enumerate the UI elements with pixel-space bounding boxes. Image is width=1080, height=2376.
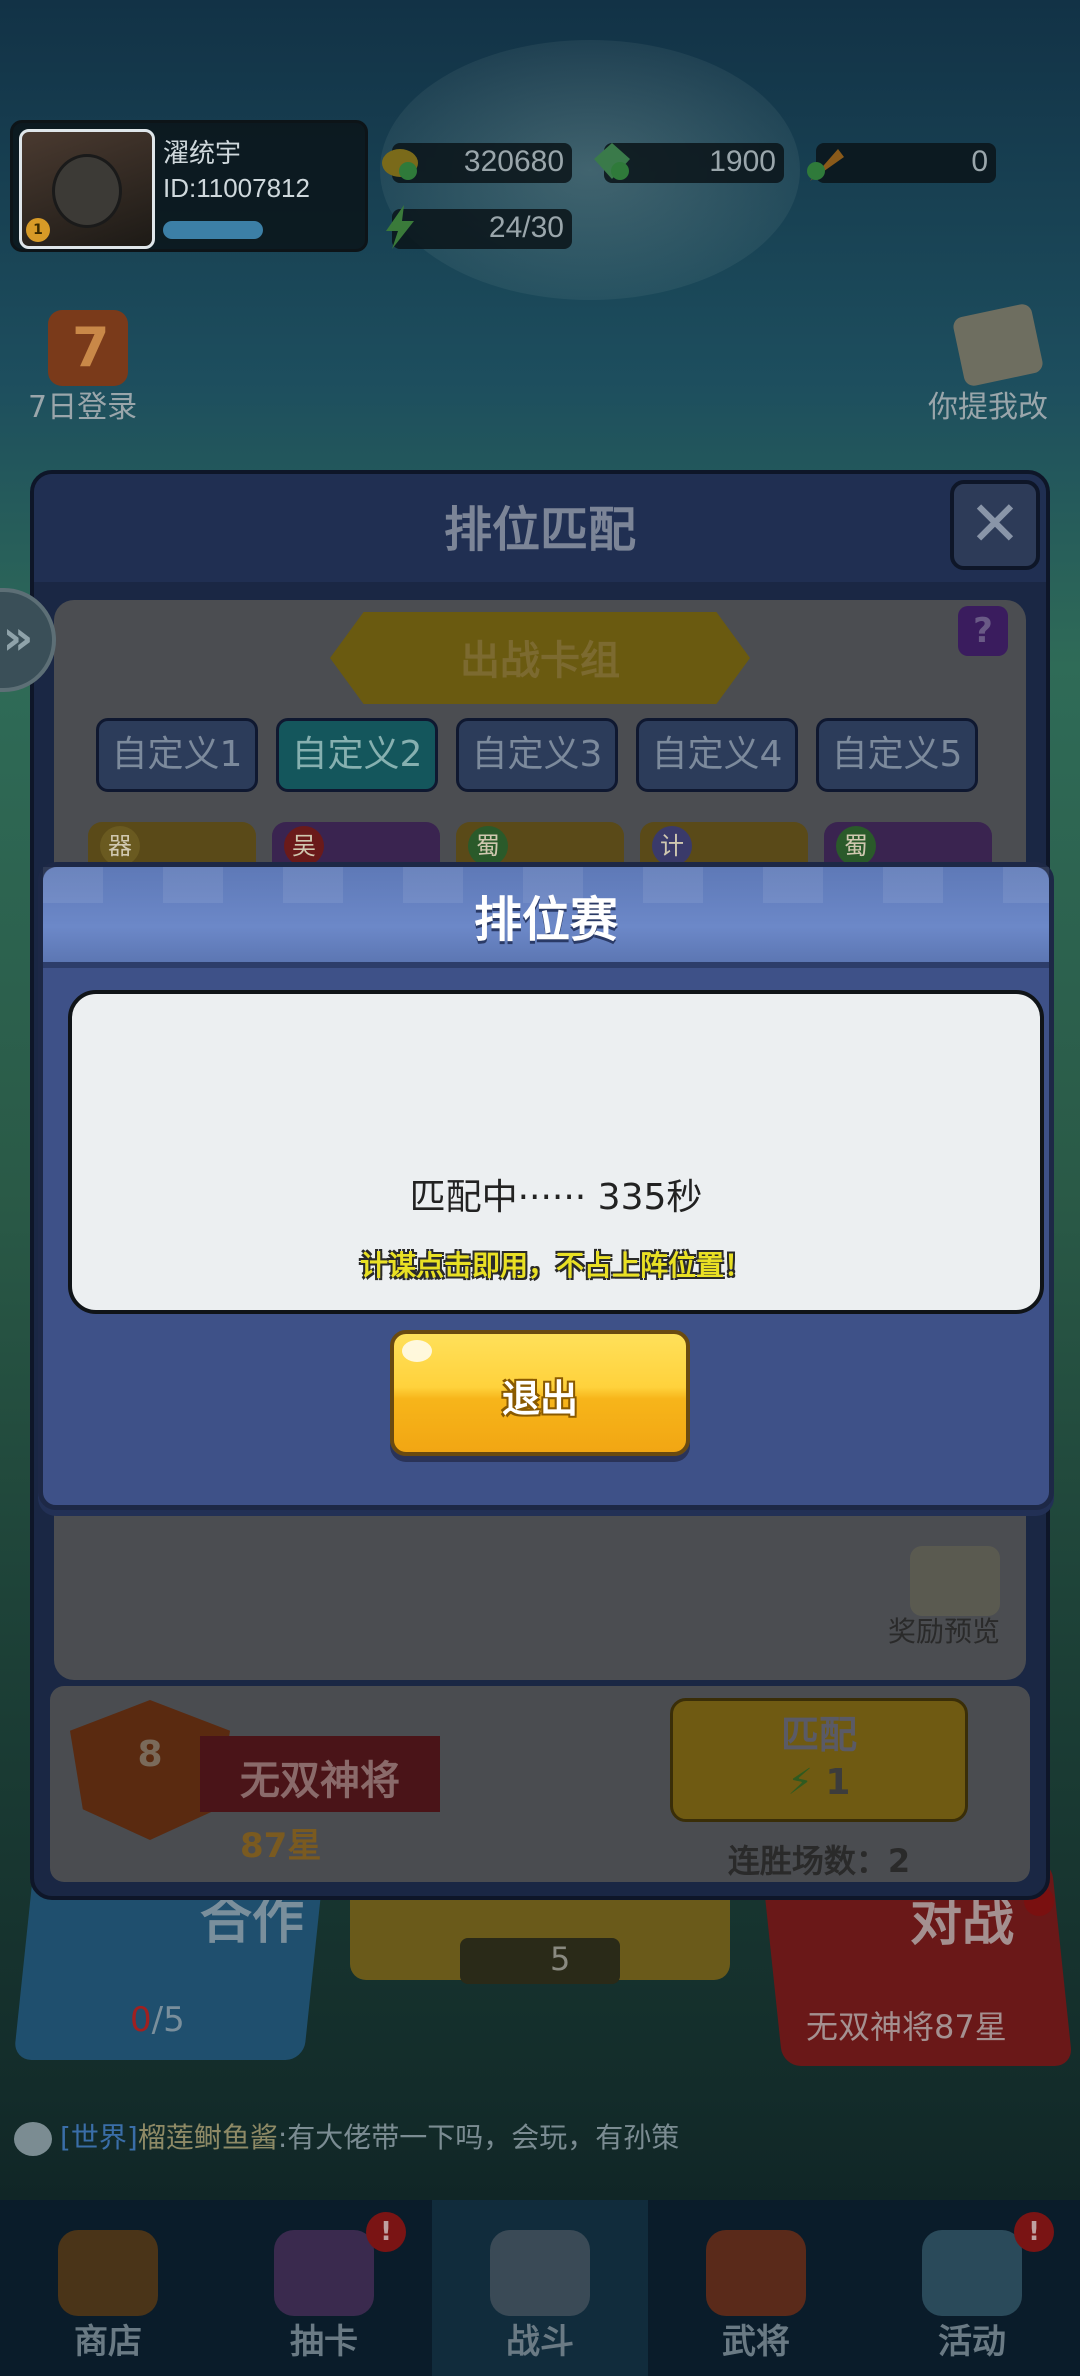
rank-level: 8: [137, 1734, 163, 1775]
player-profile[interactable]: 1 濯统宇 ID:11007812: [10, 120, 368, 252]
deck-tab-3[interactable]: 自定义3: [456, 718, 618, 792]
coop-count-total: /5: [151, 2000, 185, 2040]
player-level-badge: 1: [26, 218, 50, 242]
energy-bolt-icon: ⚡: [787, 1762, 813, 1803]
gold-counter[interactable]: 320680: [382, 143, 572, 183]
card-faction-tag: 蜀: [468, 826, 508, 866]
gold-amount: 320680: [463, 145, 564, 178]
deck-tab-5[interactable]: 自定义5: [816, 718, 978, 792]
seven-day-number: 7: [72, 316, 110, 379]
notification-badge: !: [1014, 2212, 1054, 2252]
battle-icon: [490, 2230, 590, 2316]
help-icon[interactable]: ?: [958, 606, 1008, 656]
match-button-label: 匹配: [780, 1713, 857, 1757]
rank-stars: 87星: [240, 1826, 322, 1866]
mid-energy-cost: 5: [550, 1940, 571, 1978]
chat-sender: 榴莲鲥鱼酱: [137, 2121, 278, 2154]
button-shine: [402, 1340, 432, 1362]
exp-bar: [163, 221, 263, 239]
card-faction-tag: 器: [100, 826, 140, 866]
chat-channel: [世界]: [60, 2121, 138, 2154]
rank-name: 无双神将: [240, 1758, 400, 1804]
nav-card-draw[interactable]: ! 抽卡: [216, 2200, 432, 2376]
deck-tab-4[interactable]: 自定义4: [636, 718, 798, 792]
carrot-amount: 0: [971, 145, 988, 178]
deck-tab-2[interactable]: 自定义2: [276, 718, 438, 792]
nav-battle[interactable]: 战斗: [432, 2200, 648, 2376]
seven-day-login-button[interactable]: 7 7日登录: [20, 310, 150, 425]
card-faction-tag: 蜀: [836, 826, 876, 866]
matching-status-text: 匹配中······ 335秒: [409, 1177, 703, 1218]
avatar-face-icon: [52, 154, 122, 228]
ranked-panel-title: 排位匹配: [443, 502, 636, 558]
battle-rank-subtitle: 无双神将87星: [806, 2008, 1007, 2046]
coop-count: 0/5: [130, 2000, 185, 2040]
gold-icon: [382, 149, 418, 180]
carrot-counter[interactable]: 0: [807, 143, 996, 183]
tip-text: 计谋点击即用，不占上阵位置！: [359, 1249, 752, 1282]
treasure-scroll-icon: [910, 1546, 1000, 1616]
deck-tab-1[interactable]: 自定义1: [96, 718, 258, 792]
scroll-icon: [951, 302, 1045, 388]
nav-generals[interactable]: 武将: [648, 2200, 864, 2376]
deck-card[interactable]: 吴: [272, 822, 440, 866]
nav-events[interactable]: ! 活动: [864, 2200, 1080, 2376]
bottom-nav: 商店 ! 抽卡 战斗 武将 ! 活动: [0, 2200, 1080, 2376]
close-button[interactable]: ✕: [950, 480, 1040, 570]
reward-preview-button[interactable]: 奖励预览: [888, 1546, 1014, 1648]
match-cost-value: 1: [825, 1762, 851, 1803]
dialog-title: 排位赛: [473, 892, 618, 948]
mid-energy-pill: [460, 1938, 620, 1984]
deck-label: 出战卡组: [460, 638, 620, 684]
energy-amount: 24/30: [488, 211, 564, 244]
coop-count-current: 0: [130, 2000, 152, 2040]
nav-label: 活动: [938, 2322, 1006, 2362]
deck-card[interactable]: 蜀: [456, 822, 624, 866]
event-icon: [922, 2230, 1022, 2316]
carrot-icon: [807, 149, 844, 181]
feedback-button[interactable]: 你提我改: [928, 300, 1068, 425]
avatar[interactable]: 1: [19, 129, 155, 249]
gem-icon: [594, 143, 630, 180]
general-icon: [706, 2230, 806, 2316]
win-streak: 连胜场数：2: [727, 1842, 911, 1880]
deck-card[interactable]: 蜀: [824, 822, 992, 866]
gem-amount: 1900: [709, 145, 776, 178]
energy-bolt-icon: [386, 205, 414, 249]
deck-card[interactable]: 计: [640, 822, 808, 866]
seven-day-label: 7日登录: [28, 390, 138, 425]
nav-label: 武将: [722, 2322, 790, 2362]
exit-button[interactable]: [390, 1330, 690, 1456]
player-name: 濯统宇: [163, 139, 242, 169]
nav-shop[interactable]: 商店: [0, 2200, 216, 2376]
nav-label: 商店: [74, 2322, 142, 2362]
notification-badge: !: [366, 2212, 406, 2252]
reward-preview-label: 奖励预览: [888, 1615, 1001, 1648]
nav-label: 抽卡: [290, 2322, 358, 2362]
chat-message: :有大佬带一下吗，会玩，有孙策: [277, 2121, 680, 2154]
match-cost: ⚡ 1: [670, 1762, 968, 1803]
gem-counter[interactable]: 1900: [594, 143, 784, 183]
feedback-label: 你提我改: [928, 390, 1048, 425]
deck-card[interactable]: 器: [88, 822, 256, 866]
card-faction-tag: 计: [652, 826, 692, 866]
shop-icon: [58, 2230, 158, 2316]
dialog-divider: [43, 962, 1049, 968]
card-draw-icon: [274, 2230, 374, 2316]
player-id: ID:11007812: [163, 173, 310, 203]
chat-bubble-icon: [14, 2122, 52, 2156]
nav-label: 战斗: [506, 2322, 574, 2362]
card-faction-tag: 吴: [284, 826, 324, 866]
world-chat-line[interactable]: [世界]榴莲鲥鱼酱:有大佬带一下吗，会玩，有孙策: [14, 2116, 1074, 2160]
energy-counter[interactable]: 24/30: [386, 205, 572, 249]
